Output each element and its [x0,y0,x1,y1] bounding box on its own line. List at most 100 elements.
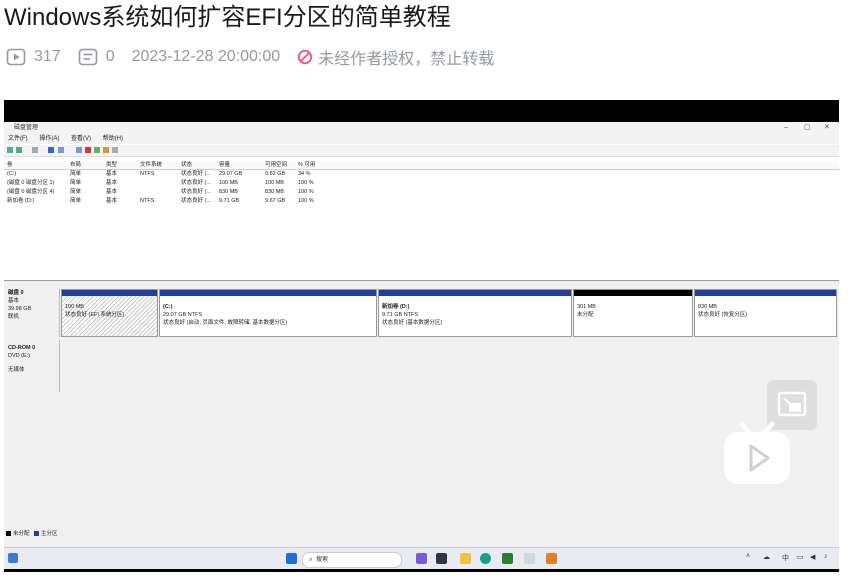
cell-layout: 简单 [70,198,82,204]
bell-icon: ♪ [824,553,828,560]
partition-bar [160,290,376,296]
disk0-status: 联机 [8,314,20,320]
partition-legend: 未分配 主分区 [6,530,58,538]
partition-size: 9.71 GB NTFS [382,312,419,318]
network-icon: ▭ [797,554,804,561]
table-row: (C:) 简单 基本 NTFS 状态良好 (... 29.07 GB 9.82 … [4,170,839,178]
partition-status: 状态良好 (启动, 页面文件, 故障转储, 基本数据分区) [163,320,288,326]
disk0-size: 39.98 GB [8,306,32,312]
copyright-text: 未经作者授权，禁止转载 [318,51,495,68]
col-type: 类型 [106,162,118,168]
start-icon [286,553,297,564]
partition-c: (C:) 29.07 GB NTFS 状态良好 (启动, 页面文件, 故障转储,… [159,289,377,337]
partition-status: 状态良好 (基本数据分区) [382,320,443,326]
cell-type: 基本 [106,171,118,177]
video-frame-disk-management: 磁盘管理 – ▢ ✕ 文件(F) 操作(A) 查看(V) 帮助(H) 卷 布局 … [4,122,839,569]
views-count: 317 [34,48,61,65]
windows-taskbar: ⌕ 搜索 ˄ ☁ 中 ▭ ◀ ♪ [4,547,839,569]
col-capacity: 容量 [219,162,231,168]
cell-status: 状态良好 (... [181,171,211,177]
cell-type: 基本 [106,189,118,195]
cell-volume: (磁盘 0 磁盘分区 1) [7,180,55,186]
cell-filesystem: NTFS [140,198,155,204]
partition-bar [62,290,157,296]
help-icon [48,147,54,153]
disk-graphical-view: 磁盘 0 基本 39.98 GB 联机 100 MB 状态良好 (EFI 系统分… [4,280,839,551]
search-placeholder: 搜索 [316,557,329,563]
col-percent: % 可用 [298,162,316,168]
video-meta: 317 0 2023-12-28 20:00:00 未经作者授权，禁止转载 [6,45,511,69]
cell-free: 100 MB [265,180,284,186]
window-toolbar [4,145,839,157]
cell-percent: 100 % [298,198,314,204]
partition-name: 新加卷 (D:) [382,304,410,310]
cell-layout: 简单 [70,180,82,186]
cell-capacity: 830 MB [219,189,238,195]
cdrom-drive: DVD (E:) [8,353,30,359]
cell-capacity: 9.71 GB [219,198,240,204]
menu-file: 文件(F) [8,136,28,142]
disk0-type: 基本 [8,298,20,304]
cell-capacity: 100 MB [219,180,238,186]
connect-icon [76,147,82,153]
cell-percent: 34 % [298,171,311,177]
legend-primary: 主分区 [41,531,58,537]
chevron-up-icon: ˄ [746,553,751,560]
col-free: 可用空间 [265,162,288,168]
col-layout: 布局 [70,162,82,168]
menu-help: 帮助(H) [102,136,124,142]
views-stat: 317 [6,48,61,66]
comments-count: 0 [105,48,115,65]
partition-d: 新加卷 (D:) 9.71 GB NTFS 状态良好 (基本数据分区) [378,289,572,337]
cell-free: 9.82 GB [265,171,286,177]
app-icon [546,553,557,564]
partition-bar [379,290,571,296]
comment-icon [78,48,98,66]
col-status: 状态 [181,162,193,168]
cdrom-label: CD-ROM 0 DVD (E:) 无媒体 [4,340,60,392]
video-player[interactable]: 磁盘管理 – ▢ ✕ 文件(F) 操作(A) 查看(V) 帮助(H) 卷 布局 … [4,100,839,572]
volume-list-header: 卷 布局 类型 文件系统 状态 容量 可用空间 % 可用 [4,161,839,170]
partition-status: 状态良好 (恢复分区) [698,312,748,318]
cell-type: 基本 [106,180,118,186]
cell-layout: 简单 [70,171,82,177]
partition-size: 29.07 GB NTFS [163,312,203,318]
partition-size: 100 MB [65,304,84,310]
window-menubar: 文件(F) 操作(A) 查看(V) 帮助(H) [4,134,839,144]
cell-capacity: 29.07 GB [219,171,243,177]
search-icon: ⌕ [309,557,313,563]
minimize-icon: – [784,124,788,131]
cell-type: 基本 [106,198,118,204]
edge-icon [480,553,491,564]
comments-stat: 0 [78,48,115,66]
copyright-notice: 未经作者授权，禁止转载 [297,45,494,69]
cell-volume: 新加卷 (D:) [7,198,35,204]
view-icon [58,147,64,153]
col-volume: 卷 [7,162,13,168]
cloud-icon: ☁ [763,554,770,561]
store-icon [502,553,513,564]
legend-unallocated: 未分配 [13,531,30,537]
widgets-icon [8,553,18,563]
cell-percent: 100 % [298,189,314,195]
cell-free: 830 MB [265,189,284,195]
partition-status: 状态良好 (EFI 系统分区) [65,312,125,318]
cell-status: 状态良好 (... [181,189,211,195]
table-row: (磁盘 0 磁盘分区 1) 简单 基本 状态良好 (... 100 MB 100… [4,179,839,187]
partition-bar [695,290,836,296]
folder-icon [103,147,109,153]
partition-size: 830 MB [698,304,717,310]
col-filesystem: 文件系统 [140,162,163,168]
settings-icon [112,147,118,153]
legend-swatch-primary [34,531,40,537]
video-title: Windows系统如何扩容EFI分区的简单教程 [4,4,451,31]
table-row: (磁盘 0 磁盘分区 4) 简单 基本 状态良好 (... 830 MB 830… [4,188,839,196]
menu-action: 操作(A) [39,136,60,142]
cdrom-name: CD-ROM 0 [8,345,36,351]
play-icon[interactable] [722,420,792,486]
window-titlebar: 磁盘管理 – ▢ ✕ [4,122,839,134]
table-row: 新加卷 (D:) 简单 基本 NTFS 状态良好 (... 9.71 GB 9.… [4,197,839,205]
cell-layout: 简单 [70,189,82,195]
partition-status: 未分配 [577,312,594,318]
maximize-icon: ▢ [804,124,811,131]
